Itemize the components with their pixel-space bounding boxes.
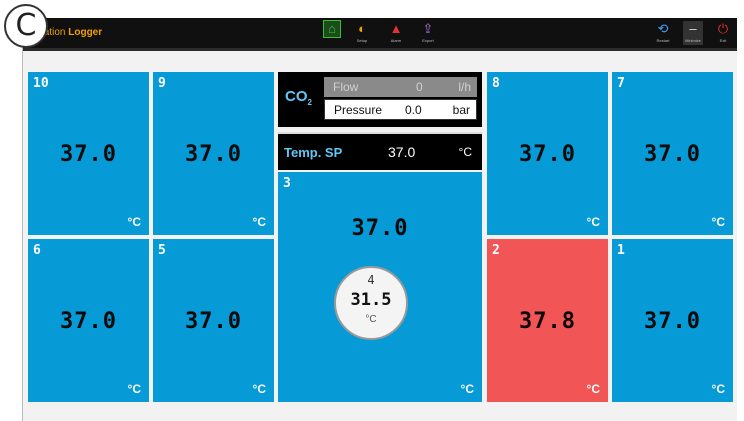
exit-caption: Exit bbox=[719, 38, 727, 43]
well-unit: °C bbox=[711, 215, 725, 229]
gauge-icon: ◐ bbox=[358, 21, 366, 36]
well-temperature: 37.8 bbox=[519, 309, 576, 334]
well-tile-8[interactable]: 8 37.0 °C bbox=[487, 72, 608, 235]
well-tile-1[interactable]: 1 37.0 °C bbox=[612, 239, 733, 402]
well-temperature: 37.0 bbox=[185, 142, 242, 167]
well-temperature: 37.0 bbox=[351, 216, 409, 241]
flow-unit: l/h bbox=[458, 80, 471, 94]
well-temperature: 37.0 bbox=[644, 309, 701, 334]
well-number: 1 bbox=[617, 243, 625, 258]
alarm-button[interactable]: ▲ Alarm bbox=[386, 21, 406, 45]
co2-label: CO2 bbox=[285, 88, 312, 107]
flow-value: 0 bbox=[416, 80, 423, 94]
home-icon: ⌂ bbox=[323, 20, 341, 38]
inner-well-number: 4 bbox=[367, 273, 375, 287]
well-unit: °C bbox=[460, 382, 474, 396]
well-number: 3 bbox=[283, 176, 291, 191]
well-number: 8 bbox=[492, 76, 500, 91]
setup-caption: Setup bbox=[356, 38, 368, 43]
well-temperature: 37.0 bbox=[644, 142, 701, 167]
setup-button[interactable]: ◐ Setup bbox=[352, 21, 372, 45]
pressure-unit: bar bbox=[452, 103, 470, 117]
flow-row: Flow 0 l/h bbox=[324, 77, 477, 97]
well-unit: °C bbox=[127, 382, 141, 396]
well-number: 2 bbox=[492, 243, 500, 258]
minimize-icon: – bbox=[689, 21, 697, 36]
well-unit: °C bbox=[127, 215, 141, 229]
well-unit: °C bbox=[586, 382, 600, 396]
minimize-caption: Minimize bbox=[685, 38, 701, 43]
well-unit: °C bbox=[252, 382, 266, 396]
well-tile-2[interactable]: 2 37.8 °C bbox=[487, 239, 608, 402]
well-tile-10[interactable]: 10 37.0 °C bbox=[28, 72, 149, 235]
flow-label: Flow bbox=[333, 80, 359, 94]
well-number: 9 bbox=[158, 76, 166, 91]
well-tile-5[interactable]: 5 37.0 °C bbox=[153, 239, 274, 402]
setpoint-label: Temp. SP bbox=[284, 145, 343, 160]
pressure-value: 0.0 bbox=[405, 103, 422, 117]
alarm-icon: ▲ bbox=[389, 21, 403, 36]
well-temperature: 37.0 bbox=[60, 309, 117, 334]
app-title: tation Logger bbox=[41, 27, 102, 38]
well-unit: °C bbox=[586, 215, 600, 229]
well-number: 7 bbox=[617, 76, 625, 91]
well-tile-7[interactable]: 7 37.0 °C bbox=[612, 72, 733, 235]
well-unit: °C bbox=[252, 215, 266, 229]
exit-button[interactable]: ⏻ Exit bbox=[713, 21, 733, 45]
export-caption: Export bbox=[422, 38, 434, 43]
well-tile-6[interactable]: 6 37.0 °C bbox=[28, 239, 149, 402]
well-temperature: 37.0 bbox=[185, 309, 242, 334]
power-icon: ⏻ bbox=[717, 21, 729, 36]
well-temperature: 37.0 bbox=[60, 142, 117, 167]
export-button[interactable]: ⇪ Export bbox=[418, 21, 438, 45]
inner-well-unit: °C bbox=[365, 314, 377, 325]
export-icon: ⇪ bbox=[422, 21, 434, 36]
figure-panel-label: C bbox=[4, 4, 48, 48]
well-number: 5 bbox=[158, 243, 166, 258]
well-tile-9[interactable]: 9 37.0 °C bbox=[153, 72, 274, 235]
restart-button[interactable]: ⟲ Restart bbox=[653, 21, 673, 45]
well-temperature: 37.0 bbox=[519, 142, 576, 167]
restart-icon: ⟲ bbox=[657, 21, 669, 36]
co2-label-text: CO bbox=[285, 88, 308, 105]
setpoint-value: 37.0 bbox=[388, 144, 416, 160]
title-bar: tation Logger ⌂ ◐ Setup ▲ Alarm ⇪ Export… bbox=[23, 18, 737, 51]
minimize-button[interactable]: – Minimize bbox=[683, 21, 703, 45]
home-button[interactable]: ⌂ bbox=[322, 20, 342, 45]
temperature-setpoint-panel[interactable]: Temp. SP 37.0 °C bbox=[278, 132, 482, 170]
inner-well-temperature: 31.5 bbox=[350, 290, 392, 310]
well-number: 6 bbox=[33, 243, 41, 258]
well-number: 10 bbox=[33, 76, 49, 91]
app-title-bold: Logger bbox=[68, 27, 103, 38]
pressure-label: Pressure bbox=[334, 103, 383, 117]
restart-caption: Restart bbox=[656, 38, 670, 43]
setpoint-unit: °C bbox=[458, 145, 472, 159]
pressure-row[interactable]: Pressure 0.0 bar bbox=[324, 99, 477, 120]
alarm-caption: Alarm bbox=[390, 38, 402, 43]
co2-label-sub: 2 bbox=[307, 98, 312, 107]
co2-panel: CO2 Flow 0 l/h Pressure 0.0 bar bbox=[278, 72, 482, 127]
inner-well-4[interactable]: 4 31.5 °C bbox=[334, 266, 408, 340]
well-unit: °C bbox=[711, 382, 725, 396]
